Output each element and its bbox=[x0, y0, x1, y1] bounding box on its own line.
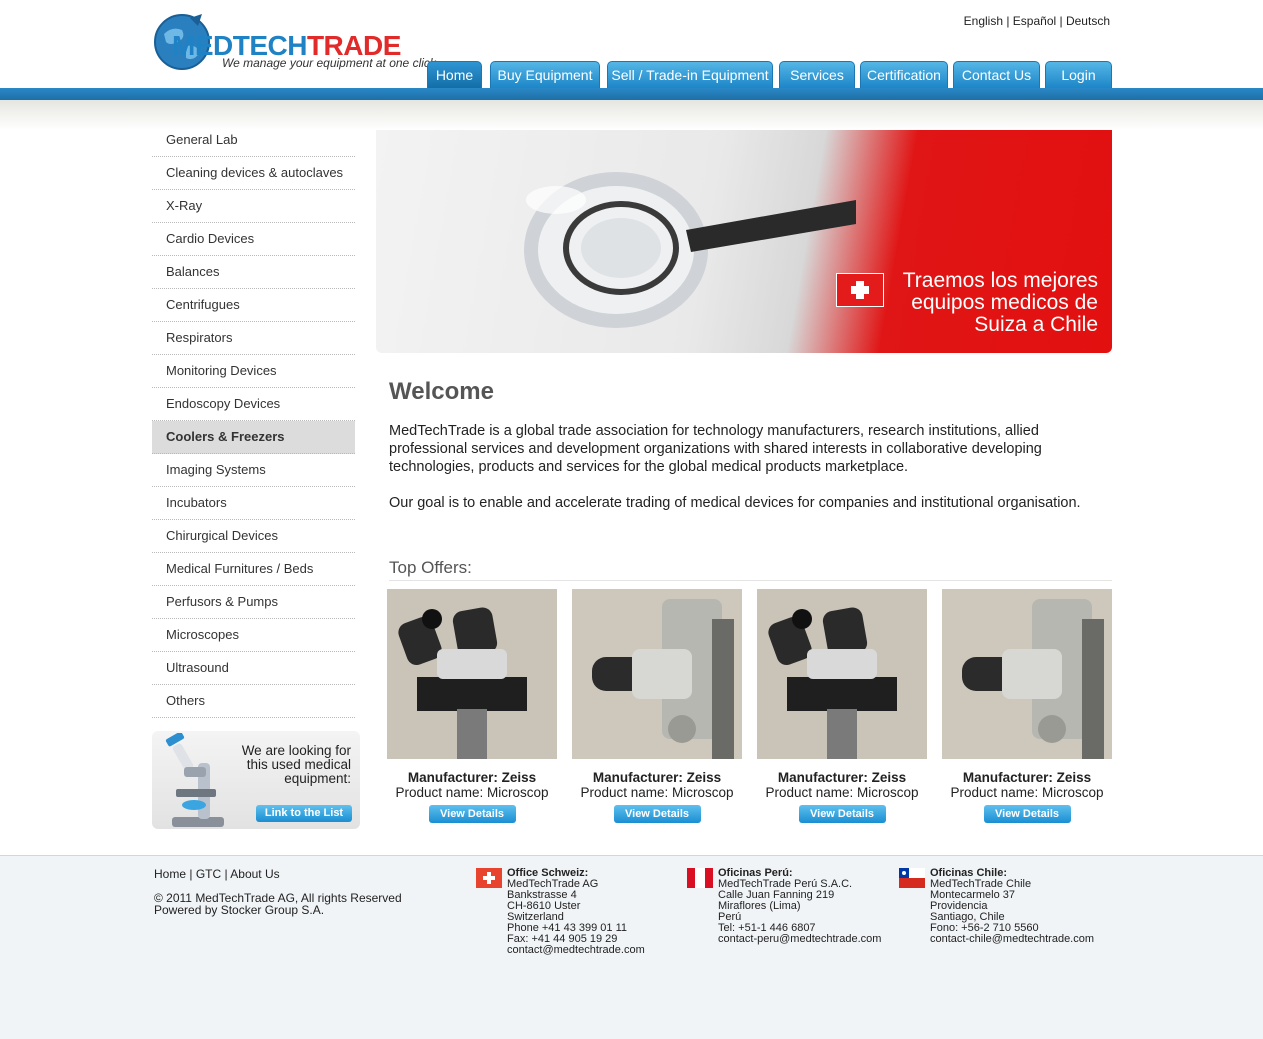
category-coolers-freezers[interactable]: Coolers & Freezers bbox=[152, 421, 355, 454]
footer-link-gtc[interactable]: GTC bbox=[196, 867, 221, 881]
footer-copyright: © 2011 MedTechTrade AG, All rights Reser… bbox=[154, 892, 402, 916]
footer: Home | GTC | About Us © 2011 MedTechTrad… bbox=[0, 855, 1263, 1039]
divider bbox=[389, 580, 1112, 581]
header-bar bbox=[0, 88, 1263, 100]
view-details-button[interactable]: View Details bbox=[798, 805, 886, 823]
office-email[interactable]: contact@medtechtrade.com bbox=[507, 945, 645, 956]
category-cardio-devices[interactable]: Cardio Devices bbox=[152, 223, 355, 256]
microscope-photo bbox=[387, 589, 557, 759]
tab-login[interactable]: Login bbox=[1045, 61, 1112, 88]
offer-product: Product name: Microscop bbox=[395, 785, 549, 800]
banner-line-1: Traemos los mejores bbox=[902, 269, 1098, 292]
category-medical-furnitures[interactable]: Medical Furnitures / Beds bbox=[152, 553, 355, 586]
offer-manufacturer: Manufacturer: Zeiss bbox=[592, 770, 722, 785]
top-offers-title: Top Offers: bbox=[389, 558, 472, 577]
offer-image[interactable] bbox=[387, 589, 557, 759]
footer-link-about-us[interactable]: About Us bbox=[230, 867, 279, 881]
category-balances[interactable]: Balances bbox=[152, 256, 355, 289]
office-schweiz: Office Schweiz: MedTechTrade AG Bankstra… bbox=[507, 868, 645, 956]
stethoscope-image bbox=[524, 172, 856, 328]
category-others[interactable]: Others bbox=[152, 685, 355, 718]
tab-sell-trade-in[interactable]: Sell / Trade-in Equipment bbox=[607, 61, 773, 88]
category-cleaning-devices[interactable]: Cleaning devices & autoclaves bbox=[152, 157, 355, 190]
swiss-flag-icon bbox=[476, 868, 502, 888]
tab-services[interactable]: Services bbox=[779, 61, 855, 88]
tab-buy-equipment[interactable]: Buy Equipment bbox=[490, 61, 600, 88]
microscope-photo bbox=[572, 589, 742, 759]
office-email[interactable]: contact-peru@medtechtrade.com bbox=[718, 934, 881, 945]
welcome-title: Welcome bbox=[389, 378, 494, 405]
lang-deutsch[interactable]: Deutsch bbox=[1066, 14, 1110, 28]
offer-card: Manufacturer: Zeiss Product name: Micros… bbox=[757, 589, 927, 829]
offer-card: Manufacturer: Zeiss Product name: Micros… bbox=[942, 589, 1112, 829]
category-centrifugues[interactable]: Centrifugues bbox=[152, 289, 355, 322]
offer-manufacturer: Manufacturer: Zeiss bbox=[962, 770, 1092, 785]
category-imaging-systems[interactable]: Imaging Systems bbox=[152, 454, 355, 487]
offer-image[interactable] bbox=[942, 589, 1112, 759]
category-incubators[interactable]: Incubators bbox=[152, 487, 355, 520]
banner-slogan: Traemos los mejores equipos medicos de S… bbox=[903, 270, 1098, 336]
microscope-photo bbox=[757, 589, 927, 759]
welcome-paragraph-2: Our goal is to enable and accelerate tra… bbox=[389, 495, 1081, 511]
logo-tagline: We manage your equipment at one click bbox=[222, 56, 436, 70]
hero-banner: Traemos los mejores equipos medicos de S… bbox=[376, 130, 1112, 353]
view-details-button[interactable]: View Details bbox=[428, 805, 516, 823]
wanted-equipment-promo: We are looking for this used medical equ… bbox=[152, 731, 360, 829]
promo-text: We are looking for this used medical equ… bbox=[241, 743, 351, 786]
swiss-flag-icon bbox=[836, 273, 884, 307]
link-to-list-button[interactable]: Link to the List bbox=[256, 805, 352, 822]
category-ultrasound[interactable]: Ultrasound bbox=[152, 652, 355, 685]
offer-product: Product name: Microscop bbox=[580, 785, 734, 800]
offer-card: Manufacturer: Zeiss Product name: Micros… bbox=[387, 589, 557, 829]
powered-by-text: Powered by Stocker Group S.A. bbox=[154, 903, 325, 917]
category-x-ray[interactable]: X-Ray bbox=[152, 190, 355, 223]
tab-certification[interactable]: Certification bbox=[860, 61, 948, 88]
tab-home[interactable]: Home bbox=[427, 61, 482, 88]
tab-contact-us[interactable]: Contact Us bbox=[953, 61, 1040, 88]
category-endoscopy-devices[interactable]: Endoscopy Devices bbox=[152, 388, 355, 421]
category-monitoring-devices[interactable]: Monitoring Devices bbox=[152, 355, 355, 388]
offer-card: Manufacturer: Zeiss Product name: Micros… bbox=[572, 589, 742, 829]
office-peru: Oficinas Perú: MedTechTrade Perú S.A.C. … bbox=[718, 868, 881, 945]
chile-flag-icon bbox=[899, 868, 925, 888]
footer-link-home[interactable]: Home bbox=[154, 867, 186, 881]
category-microscopes[interactable]: Microscopes bbox=[152, 619, 355, 652]
office-email[interactable]: contact-chile@medtechtrade.com bbox=[930, 934, 1094, 945]
banner-line-3: Suiza a Chile bbox=[974, 313, 1098, 336]
view-details-button[interactable]: View Details bbox=[613, 805, 701, 823]
category-chirurgical-devices[interactable]: Chirurgical Devices bbox=[152, 520, 355, 553]
site-logo[interactable]: MEDTECHTRADE We manage your equipment at… bbox=[152, 12, 436, 76]
category-general-lab[interactable]: General Lab bbox=[152, 124, 355, 157]
offer-image[interactable] bbox=[572, 589, 742, 759]
offer-product: Product name: Microscop bbox=[765, 785, 919, 800]
language-switcher: English | Español | Deutsch bbox=[963, 14, 1110, 28]
category-respirators[interactable]: Respirators bbox=[152, 322, 355, 355]
office-line: Miraflores (Lima) bbox=[718, 900, 801, 912]
microscope-photo bbox=[942, 589, 1112, 759]
banner-line-2: equipos medicos de bbox=[911, 291, 1098, 314]
lang-english[interactable]: English bbox=[964, 14, 1003, 28]
lang-espanol[interactable]: Español bbox=[1013, 14, 1056, 28]
view-details-button[interactable]: View Details bbox=[983, 805, 1071, 823]
microscope-icon bbox=[165, 733, 224, 827]
offer-manufacturer: Manufacturer: Zeiss bbox=[777, 770, 907, 785]
welcome-paragraph-1: MedTechTrade is a global trade associati… bbox=[389, 423, 1042, 475]
peru-flag-icon bbox=[687, 868, 713, 888]
offer-image[interactable] bbox=[757, 589, 927, 759]
offer-manufacturer: Manufacturer: Zeiss bbox=[407, 770, 537, 785]
footer-links: Home | GTC | About Us bbox=[154, 867, 280, 881]
offer-product: Product name: Microscop bbox=[950, 785, 1104, 800]
category-perfusors-pumps[interactable]: Perfusors & Pumps bbox=[152, 586, 355, 619]
office-chile: Oficinas Chile: MedTechTrade Chile Monte… bbox=[930, 868, 1094, 945]
category-sidebar: General Lab Cleaning devices & autoclave… bbox=[152, 124, 355, 718]
